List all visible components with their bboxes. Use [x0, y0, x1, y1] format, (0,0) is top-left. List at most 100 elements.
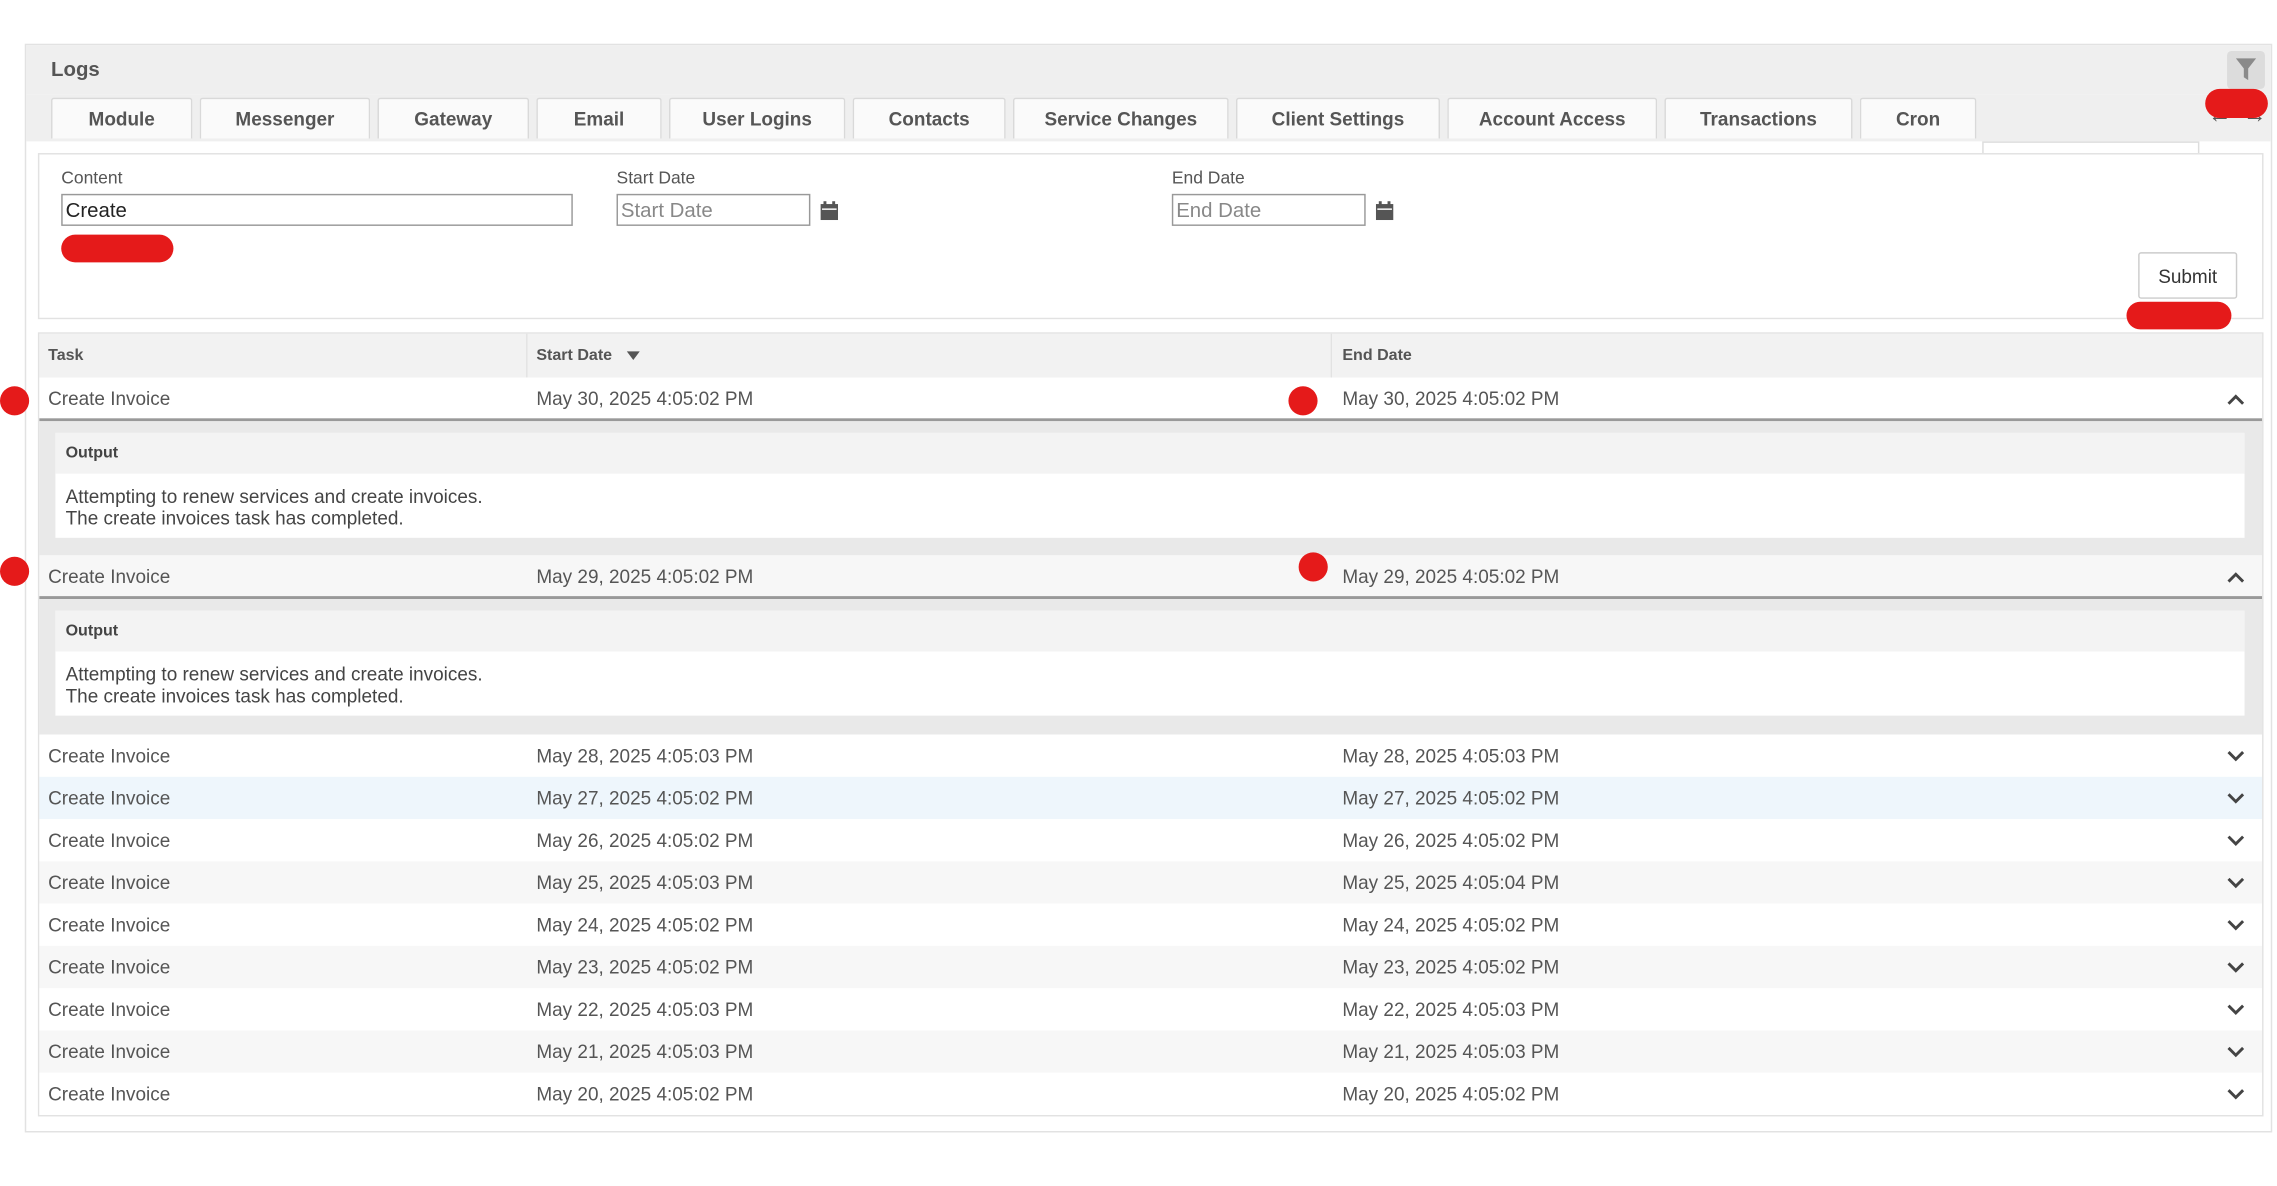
- task-cell: Create Invoice: [48, 956, 171, 978]
- tab-account-access[interactable]: Account Access: [1447, 97, 1658, 139]
- redaction-mark: [0, 386, 30, 416]
- task-cell: Create Invoice: [48, 387, 171, 410]
- output-line: The create invoices task has completed.: [65, 685, 404, 707]
- table-row[interactable]: Create Invoice May 20, 2025 4:05:02 PM M…: [39, 1072, 2263, 1115]
- start-date-cell: May 26, 2025 4:05:02 PM: [536, 829, 754, 852]
- output-line: The create invoices task has completed.: [65, 507, 404, 530]
- table-row[interactable]: Create Invoice May 23, 2025 4:05:02 PM M…: [39, 945, 2263, 989]
- logs-panel: Logs Module Messenger Gateway Email User…: [24, 43, 2273, 1133]
- filter-form: Content Start Date End Date: [37, 153, 2264, 320]
- output-title-label: Output: [65, 622, 119, 640]
- chevron-down-icon[interactable]: [2226, 958, 2246, 978]
- log-table: Task Start Date End Date Create Invoice …: [37, 332, 2264, 1117]
- chevron-down-icon[interactable]: [2226, 831, 2246, 851]
- task-cell: Create Invoice: [48, 1082, 171, 1105]
- start-date-cell: May 20, 2025 4:05:02 PM: [536, 1082, 754, 1105]
- chevron-down-icon[interactable]: [2226, 915, 2246, 935]
- column-header-task[interactable]: Task: [39, 333, 528, 378]
- content-input[interactable]: [61, 193, 573, 226]
- table-row[interactable]: Create Invoice May 22, 2025 4:05:03 PM M…: [39, 988, 2263, 1031]
- column-header-task-label: Task: [48, 346, 84, 365]
- submit-button[interactable]: Submit: [2138, 252, 2238, 299]
- output-text: Attempting to renew services and create …: [66, 663, 483, 707]
- table-row[interactable]: Create Invoice May 25, 2025 4:05:03 PM M…: [39, 861, 2263, 904]
- end-date-cell: May 23, 2025 4:05:02 PM: [1342, 956, 1560, 978]
- panel-title: Logs: [51, 56, 100, 81]
- redaction-mark: [2205, 88, 2268, 119]
- table-row[interactable]: Create Invoice May 29, 2025 4:05:02 PM M…: [39, 555, 2263, 600]
- table-row[interactable]: Create Invoice May 21, 2025 4:05:03 PM M…: [39, 1030, 2263, 1073]
- tab-service-changes[interactable]: Service Changes: [1012, 97, 1229, 139]
- end-date-cell: May 20, 2025 4:05:02 PM: [1342, 1082, 1560, 1105]
- redaction-mark: [61, 234, 174, 263]
- output-line: Attempting to renew services and create …: [65, 663, 483, 686]
- chevron-down-icon[interactable]: [2226, 1084, 2246, 1104]
- tab-client-settings[interactable]: Client Settings: [1235, 97, 1441, 139]
- chevron-up-icon[interactable]: [2226, 567, 2246, 587]
- output-title-label: Output: [65, 444, 119, 463]
- task-cell: Create Invoice: [48, 565, 171, 588]
- tab-gateway[interactable]: Gateway: [377, 97, 530, 139]
- tab-user-logins[interactable]: User Logins: [668, 97, 846, 139]
- end-date-cell: May 29, 2025 4:05:02 PM: [1342, 565, 1560, 588]
- end-date-cell: May 27, 2025 4:05:02 PM: [1342, 787, 1560, 809]
- start-date-cell: May 23, 2025 4:05:02 PM: [536, 956, 754, 978]
- end-date-cell: May 30, 2025 4:05:02 PM: [1342, 387, 1560, 410]
- filter-icon: [2235, 58, 2257, 81]
- tab-cron[interactable]: Cron: [1859, 97, 1977, 139]
- task-cell: Create Invoice: [48, 829, 171, 852]
- start-date-cell: May 24, 2025 4:05:02 PM: [536, 913, 754, 936]
- task-cell: Create Invoice: [48, 913, 171, 936]
- calendar-icon[interactable]: [820, 201, 839, 221]
- chevron-down-icon[interactable]: [2226, 873, 2246, 893]
- tab-bar: Module Messenger Gateway Email User Logi…: [26, 94, 2271, 142]
- end-date-input[interactable]: [1171, 193, 1366, 226]
- start-date-cell: May 27, 2025 4:05:02 PM: [536, 787, 754, 809]
- tab-transactions[interactable]: Transactions: [1664, 97, 1853, 139]
- start-date-cell: May 30, 2025 4:05:02 PM: [536, 387, 754, 410]
- end-date-cell: May 24, 2025 4:05:02 PM: [1342, 913, 1560, 936]
- column-header-end-date[interactable]: End Date: [1332, 333, 2263, 378]
- table-row[interactable]: Create Invoice May 30, 2025 4:05:02 PM M…: [39, 377, 2263, 422]
- tab-messenger[interactable]: Messenger: [199, 97, 371, 139]
- chevron-down-icon[interactable]: [2226, 789, 2246, 809]
- start-date-cell: May 21, 2025 4:05:03 PM: [536, 1040, 754, 1063]
- table-row[interactable]: Create Invoice May 24, 2025 4:05:02 PM M…: [39, 903, 2263, 946]
- end-date-cell: May 28, 2025 4:05:03 PM: [1342, 744, 1560, 767]
- redaction-mark: [1298, 552, 1328, 582]
- redaction-mark: [2126, 301, 2232, 330]
- output-line: Attempting to renew services and create …: [65, 485, 483, 508]
- end-date-label: End Date: [1171, 167, 1245, 189]
- row-detail: Output Attempting to renew services and …: [39, 599, 2263, 735]
- task-cell: Create Invoice: [48, 787, 171, 809]
- end-date-cell: May 26, 2025 4:05:02 PM: [1342, 829, 1560, 852]
- table-row[interactable]: Create Invoice May 26, 2025 4:05:02 PM M…: [39, 819, 2263, 862]
- tab-module[interactable]: Module: [51, 97, 193, 139]
- row-detail: Output Attempting to renew services and …: [39, 421, 2263, 556]
- column-header-start-date[interactable]: Start Date: [527, 333, 1333, 378]
- column-header-end-label: End Date: [1342, 346, 1412, 365]
- end-date-cell: May 25, 2025 4:05:04 PM: [1342, 871, 1560, 894]
- table-row[interactable]: Create Invoice May 28, 2025 4:05:03 PM M…: [39, 734, 2263, 777]
- filter-button[interactable]: [2227, 51, 2265, 89]
- end-date-cell: May 21, 2025 4:05:03 PM: [1342, 1040, 1560, 1063]
- tab-email[interactable]: Email: [536, 97, 662, 139]
- output-title: Output: [55, 610, 2245, 652]
- task-cell: Create Invoice: [48, 998, 171, 1021]
- table-row[interactable]: Create Invoice May 27, 2025 4:05:02 PM M…: [39, 776, 2263, 820]
- chevron-down-icon[interactable]: [2226, 1000, 2246, 1020]
- start-date-cell: May 28, 2025 4:05:03 PM: [536, 744, 754, 767]
- start-date-input[interactable]: [616, 193, 811, 226]
- panel-header: Logs: [26, 45, 2271, 95]
- task-cell: Create Invoice: [48, 1040, 171, 1063]
- start-date-cell: May 25, 2025 4:05:03 PM: [536, 871, 754, 894]
- tab-contacts[interactable]: Contacts: [852, 97, 1006, 139]
- calendar-icon[interactable]: [1375, 201, 1394, 221]
- output-panel: Output Attempting to renew services and …: [55, 432, 2245, 538]
- chevron-up-icon[interactable]: [2226, 389, 2246, 409]
- start-date-cell: May 29, 2025 4:05:02 PM: [536, 565, 754, 588]
- chevron-down-icon[interactable]: [2226, 1042, 2246, 1062]
- end-date-cell: May 22, 2025 4:05:03 PM: [1342, 998, 1560, 1021]
- redaction-mark: [1288, 386, 1318, 416]
- chevron-down-icon[interactable]: [2226, 746, 2246, 766]
